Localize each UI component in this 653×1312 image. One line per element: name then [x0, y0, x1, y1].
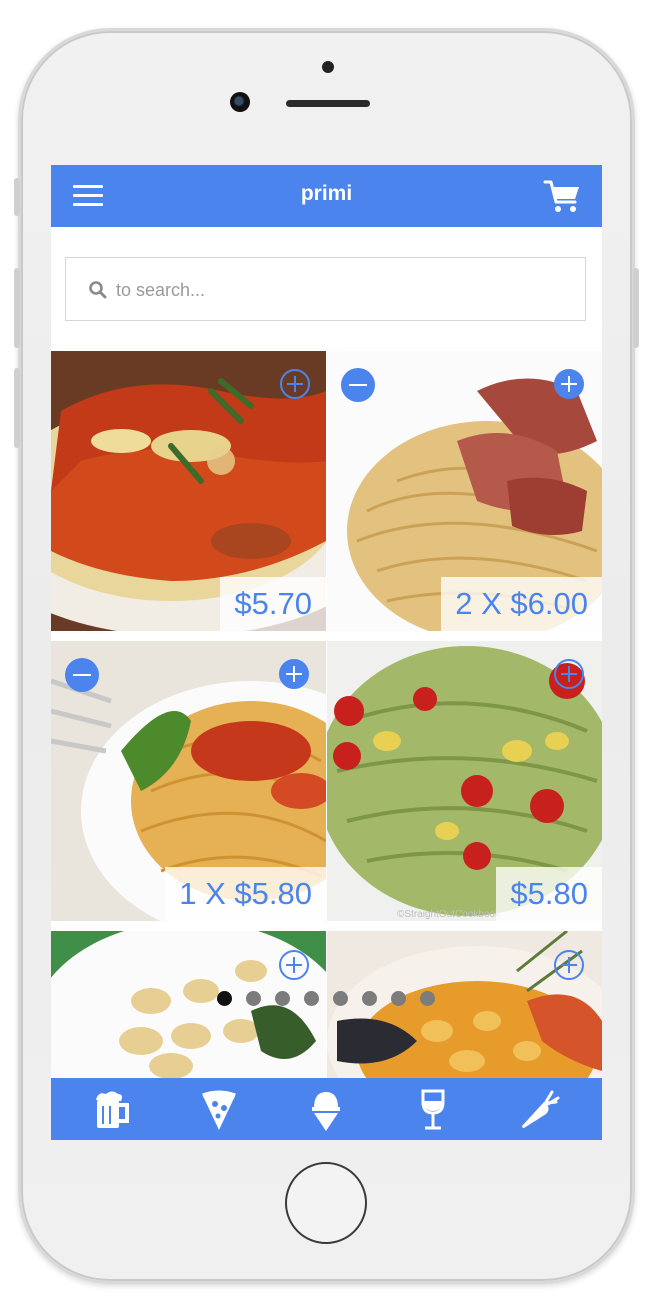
menu-item-pesto-tagliatelle[interactable]: ©StraightOutCookbook $5.80: [327, 641, 602, 921]
beer-icon[interactable]: [90, 1088, 134, 1132]
add-button[interactable]: [554, 369, 584, 399]
add-button[interactable]: [554, 659, 584, 689]
add-button[interactable]: [279, 950, 309, 980]
shopping-cart-icon[interactable]: [543, 178, 581, 214]
menu-item-carbonara[interactable]: 2 X $6.00: [327, 351, 602, 631]
price-label: 2 X $6.00: [441, 577, 602, 631]
volume-down-button: [14, 368, 20, 448]
category-tab-bar: [51, 1078, 602, 1140]
proximity-sensor: [322, 61, 334, 73]
earpiece-speaker: [286, 100, 370, 107]
mute-switch: [14, 178, 20, 216]
search-input[interactable]: [114, 270, 558, 310]
page-title: primi: [300, 182, 353, 205]
volume-up-button: [14, 268, 20, 348]
carrot-icon[interactable]: [518, 1088, 562, 1132]
menu-item-spaghetti-pomodoro[interactable]: 1 X $5.80: [51, 641, 326, 921]
page-dot[interactable]: [420, 991, 435, 1006]
top-bar: primi: [51, 165, 602, 227]
svg-text:©StraightOutCookbook: ©StraightOutCookbook: [397, 909, 501, 920]
page-dot[interactable]: [304, 991, 319, 1006]
search-icon: [89, 281, 107, 299]
front-camera: [230, 92, 250, 112]
add-button[interactable]: [280, 369, 310, 399]
remove-button[interactable]: [65, 658, 99, 692]
page-dot[interactable]: [362, 991, 377, 1006]
power-button: [633, 268, 639, 348]
pizza-icon[interactable]: [197, 1088, 241, 1132]
add-button[interactable]: [554, 950, 584, 980]
menu-item-cannelloni[interactable]: $5.70: [51, 351, 326, 631]
price-label: 1 X $5.80: [165, 867, 326, 921]
price-label: $5.70: [220, 577, 326, 631]
search-box[interactable]: [65, 257, 586, 321]
page-dot[interactable]: [275, 991, 290, 1006]
add-button[interactable]: [279, 659, 309, 689]
remove-button[interactable]: [341, 368, 375, 402]
price-label: $5.80: [496, 867, 602, 921]
page-dot[interactable]: [246, 991, 261, 1006]
page-dot[interactable]: [333, 991, 348, 1006]
ice-cream-icon[interactable]: [304, 1088, 348, 1132]
page-dot[interactable]: [391, 991, 406, 1006]
app-screen: primi $5.70: [51, 165, 602, 1140]
home-button[interactable]: [285, 1162, 367, 1244]
wine-icon[interactable]: [411, 1088, 455, 1132]
page-dot[interactable]: [217, 991, 232, 1006]
